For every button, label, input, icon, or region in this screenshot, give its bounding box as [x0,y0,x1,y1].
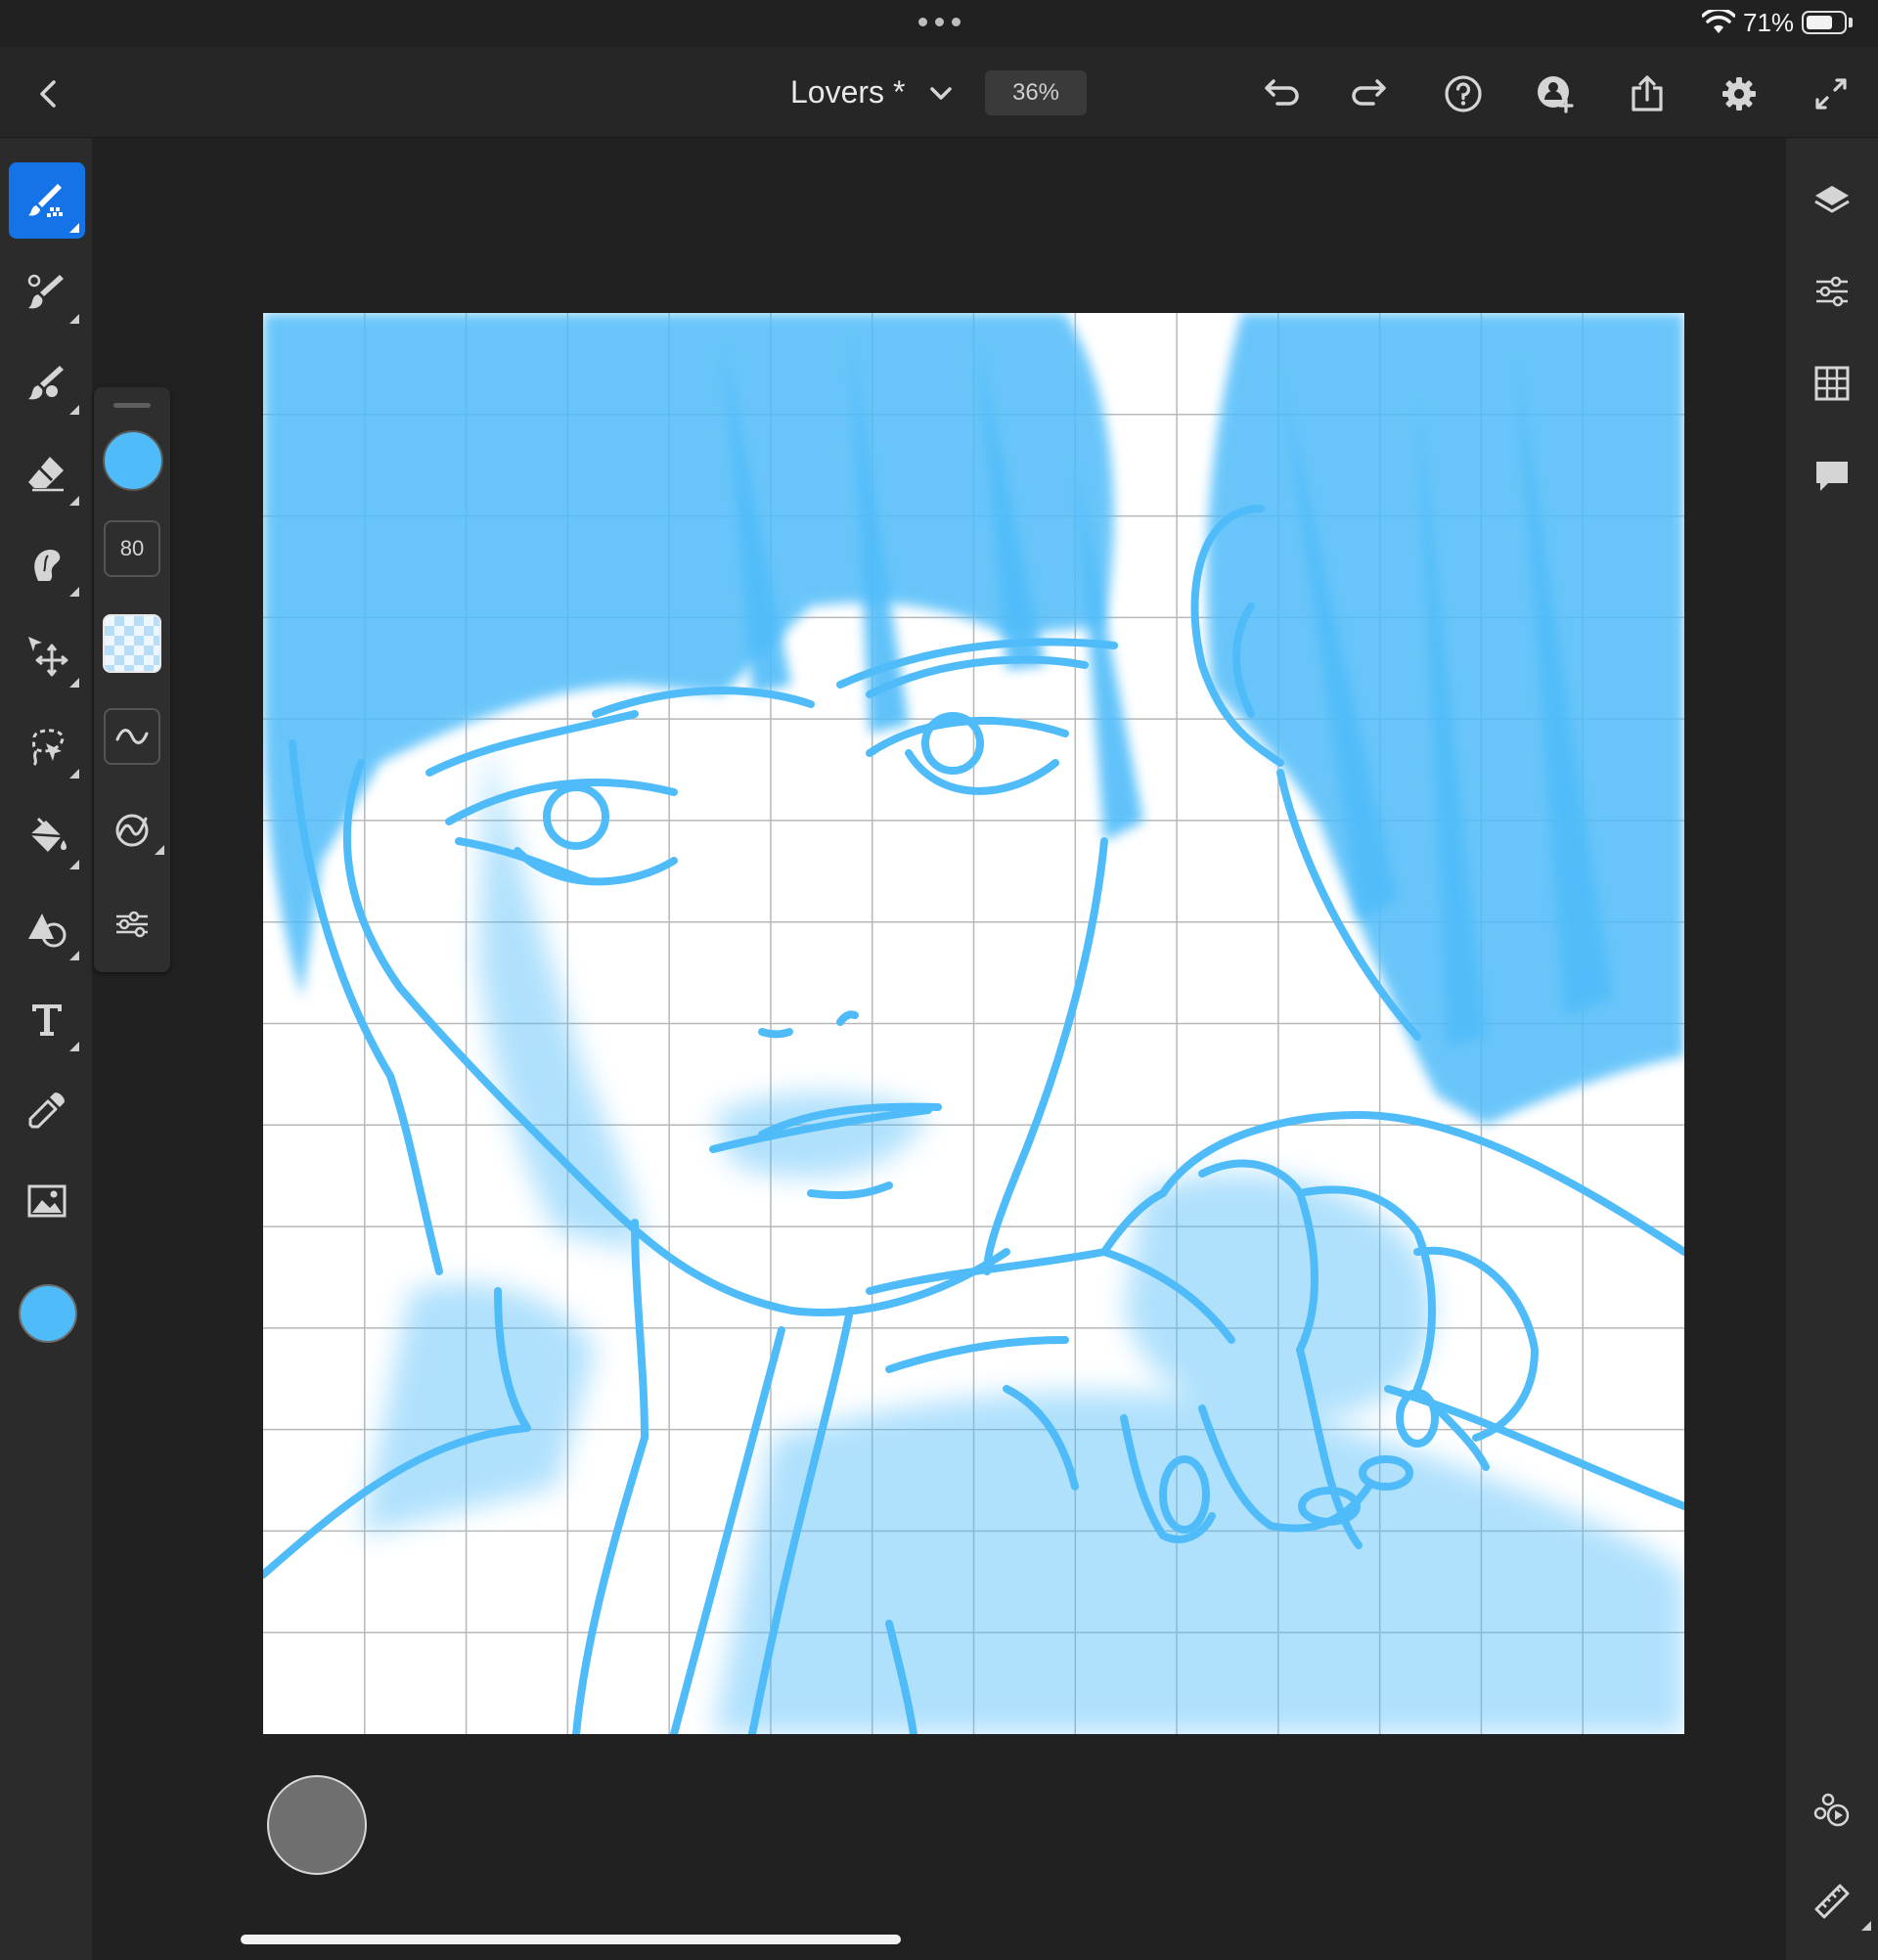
pixel-brush-icon [28,184,63,217]
vector-brush-icon [28,366,64,400]
layers-icon[interactable] [1807,176,1857,227]
paint-bucket-icon [29,817,67,852]
tool-pixel-brush[interactable] [9,162,85,239]
eraser-icon [28,457,64,492]
image-icon [27,1184,67,1218]
touch-shortcut-button[interactable] [267,1775,367,1875]
opacity-swatch-icon[interactable] [103,614,161,673]
artwork [263,313,1684,1734]
tool-shape[interactable] [9,890,85,966]
brush-dynamics-button[interactable] [104,802,164,859]
tool-fill[interactable] [9,799,85,875]
back-chevron-icon[interactable] [23,68,74,119]
fullscreen-icon[interactable] [1806,68,1856,119]
timelapse-icon[interactable] [1807,1784,1857,1835]
panel-drag-handle[interactable] [113,403,151,408]
eyedropper-icon [28,1092,65,1129]
transform-move-icon [28,637,68,677]
tool-text[interactable] [9,981,85,1057]
layer-properties-icon[interactable] [1807,266,1857,317]
smudge-icon [34,550,61,581]
title-dropdown-chevron-icon[interactable] [916,68,966,119]
help-icon[interactable] [1438,68,1489,119]
drawing-canvas[interactable] [263,313,1684,1734]
right-panel [1786,138,1878,1960]
smoothing-button[interactable] [104,708,160,765]
tool-selection[interactable] [9,708,85,784]
brush-dynamics-icon [115,814,149,847]
tool-vector-brush[interactable] [9,344,85,421]
brush-color-swatch[interactable] [103,430,163,491]
redo-icon[interactable] [1346,68,1397,119]
tool-place-image[interactable] [9,1163,85,1239]
ruler-icon[interactable] [1807,1876,1871,1931]
smoothing-wave-icon [115,729,149,744]
multitask-dots-icon[interactable] [915,10,963,33]
brush-settings-sliders-icon [116,911,148,938]
battery-icon [1802,11,1847,34]
comments-icon[interactable] [1807,450,1857,501]
document-title[interactable]: Lovers * [790,74,905,111]
home-indicator[interactable] [241,1935,901,1944]
undo-icon[interactable] [1254,68,1305,119]
tool-smudge[interactable] [9,526,85,602]
tool-transform[interactable] [9,617,85,693]
wifi-icon [1701,7,1736,35]
lasso-selection-icon [32,729,65,767]
current-color-swatch[interactable] [19,1284,77,1343]
zoom-level[interactable]: 36% [985,70,1087,115]
tool-eraser[interactable] [9,435,85,512]
tool-live-brush[interactable] [9,253,85,330]
shape-icon [28,913,67,948]
live-brush-icon [27,274,64,309]
invite-user-icon[interactable] [1530,68,1581,119]
battery-percentage: 71% [1743,8,1795,37]
tool-eyedropper[interactable] [9,1072,85,1148]
battery-level-fill [1807,16,1832,29]
status-bar: 71% [0,0,1878,47]
brush-size-value[interactable]: 80 [104,520,160,577]
brush-settings-panel: 80 [94,387,170,972]
brush-settings-button[interactable] [104,896,160,953]
battery-tip [1849,18,1853,27]
grid-icon[interactable] [1807,358,1857,409]
share-icon[interactable] [1622,68,1673,119]
text-icon [32,1004,62,1036]
settings-gear-icon[interactable] [1714,68,1765,119]
